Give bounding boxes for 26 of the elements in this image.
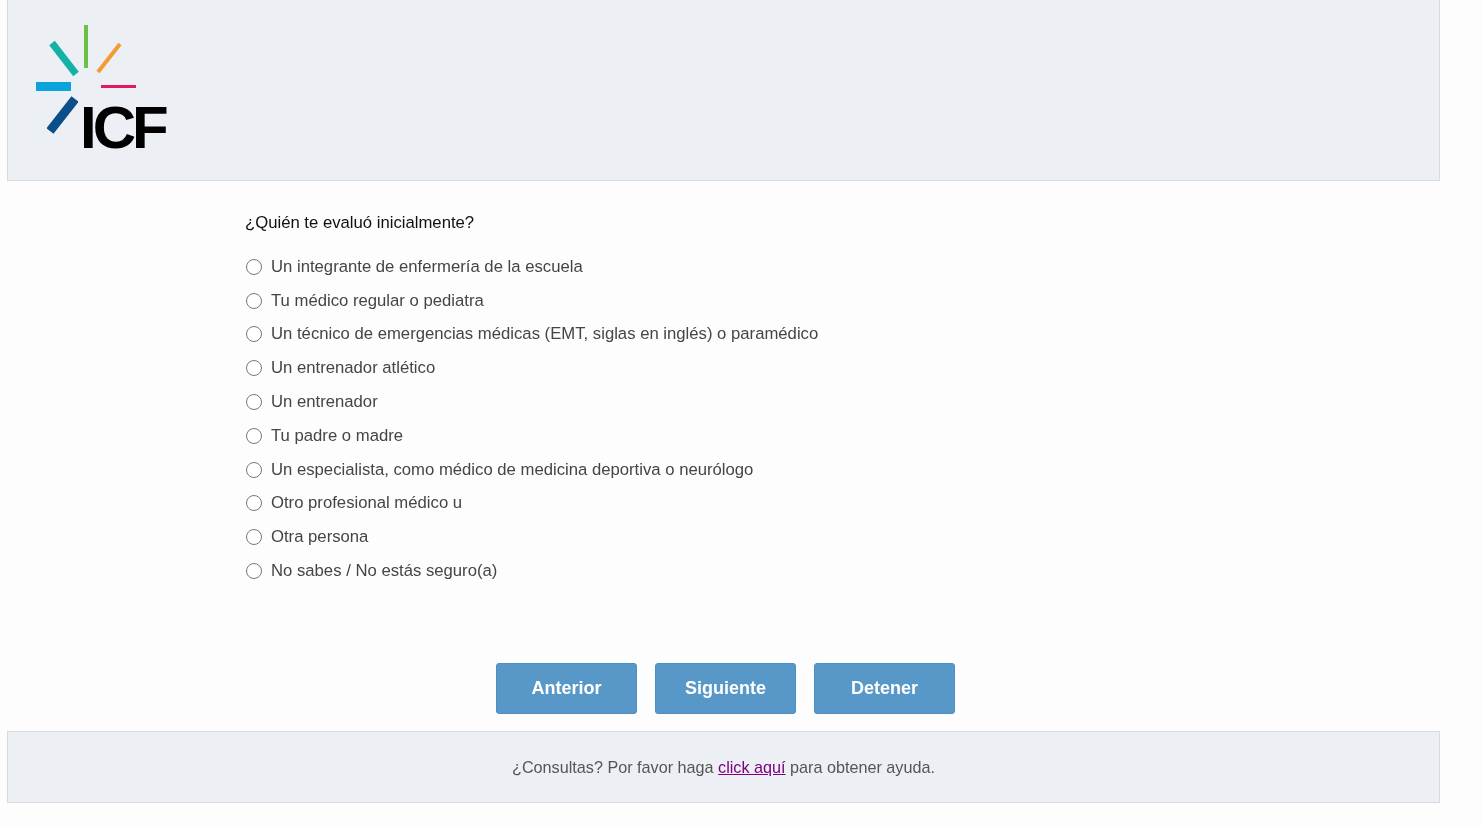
radio-button[interactable] (246, 258, 262, 275)
sunburst-rays-icon (36, 25, 136, 91)
radio-button[interactable] (246, 360, 262, 377)
help-text: ¿Consultas? Por favor haga click aquí para obtener ayuda. (512, 757, 935, 777)
diagonal-bar-icon (47, 96, 78, 134)
option-label[interactable]: Un técnico de emergencias médicas (EMT, siglas en inglés) o paramédico (271, 324, 819, 345)
option-label[interactable]: Tu médico regular o pediatra (271, 290, 484, 311)
radio-button[interactable] (246, 427, 262, 444)
logo-wordmark: ICF (80, 105, 167, 151)
option-label[interactable]: Tu padre o madre (271, 425, 404, 446)
help-link[interactable]: click aquí (718, 758, 786, 776)
radio-button[interactable] (246, 529, 262, 546)
option-label[interactable]: Un integrante de enfermería de la escuela (271, 256, 583, 277)
option-label[interactable]: Otro profesional médico u (271, 493, 463, 514)
radio-button[interactable] (246, 495, 262, 512)
radio-button[interactable] (246, 563, 262, 580)
radio-button[interactable] (246, 394, 262, 411)
option-label[interactable]: Un entrenador atlético (271, 358, 436, 379)
option-label[interactable]: Otra persona (271, 527, 369, 548)
radio-button[interactable] (246, 461, 262, 478)
option-label[interactable]: Un especialista, como médico de medicina deportiva o neurólogo (271, 459, 754, 480)
radio-button[interactable] (246, 326, 262, 343)
radio-button[interactable] (246, 292, 262, 309)
option-label[interactable]: Un entrenador (271, 392, 378, 413)
option-label[interactable]: No sabes / No estás seguro(a) (271, 561, 498, 582)
question-text: ¿Quién te evaluó inicialmente? (245, 213, 475, 233)
